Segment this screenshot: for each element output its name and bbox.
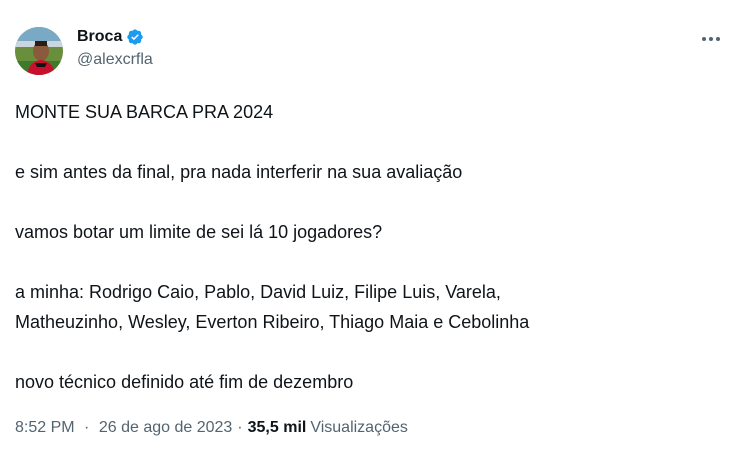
separator: · bbox=[84, 419, 90, 436]
avatar[interactable] bbox=[15, 27, 63, 75]
tweet-text-line: a minha: Rodrigo Caio, Pablo, David Luiz… bbox=[15, 282, 501, 302]
separator: · bbox=[237, 419, 243, 436]
verified-badge-icon bbox=[126, 28, 144, 46]
tweet-time-link[interactable]: 8:52 PM · 26 de ago de 2023 bbox=[15, 419, 232, 437]
more-options-button[interactable] bbox=[698, 26, 724, 52]
tweet-text-line: novo técnico definido até fim de dezembr… bbox=[15, 372, 354, 392]
tweet-time: 8:52 PM bbox=[15, 419, 75, 436]
more-options-icon bbox=[702, 37, 720, 41]
views-count[interactable]: 35,5 mil bbox=[248, 419, 307, 437]
tweet-metadata: 8:52 PM · 26 de ago de 2023 · 35,5 mil V… bbox=[15, 419, 408, 437]
tweet-text-line: Matheuzinho, Wesley, Everton Ribeiro, Th… bbox=[15, 312, 530, 332]
avatar-image bbox=[15, 27, 63, 75]
tweet-text-line: MONTE SUA BARCA PRA 2024 bbox=[15, 102, 274, 122]
author-handle[interactable]: @alexcrfla bbox=[77, 51, 153, 69]
views-label[interactable]: Visualizações bbox=[310, 419, 408, 437]
tweet-card: Broca @alexcrfla MONTE SUA BARCA PRA 202… bbox=[0, 0, 747, 458]
author-name-row[interactable]: Broca bbox=[77, 27, 144, 47]
tweet-text-line: e sim antes da final, pra nada interferi… bbox=[15, 162, 463, 182]
tweet-date: 26 de ago de 2023 bbox=[98, 419, 233, 436]
tweet-text-line: vamos botar um limite de sei lá 10 jogad… bbox=[15, 222, 383, 242]
author-display-name[interactable]: Broca bbox=[77, 28, 122, 46]
